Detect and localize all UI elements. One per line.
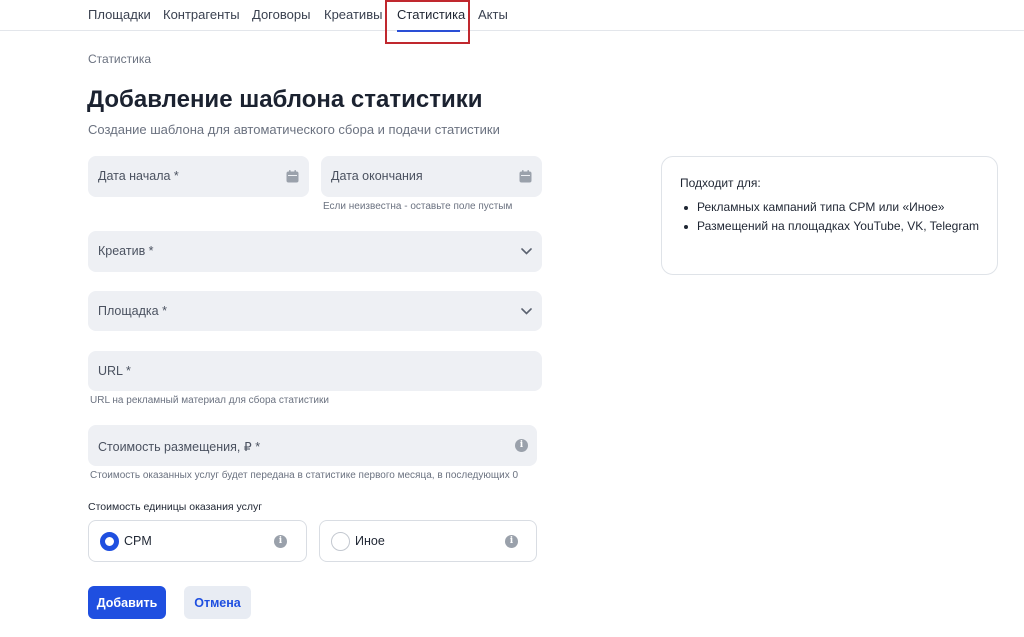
info-card-title: Подходит для:	[680, 176, 761, 190]
highlight-box	[385, 0, 470, 44]
url-hint: URL на рекламный материал для сбора стат…	[90, 395, 329, 406]
radio-label-other: Иное	[355, 534, 385, 548]
creative-placeholder: Креатив *	[98, 244, 154, 258]
chevron-down-icon	[521, 248, 532, 255]
page-subtitle: Создание шаблона для автоматического сбо…	[88, 122, 500, 137]
list-item: Размещений на площадках YouTube, VK, Tel…	[680, 218, 980, 236]
radio-option-cpm[interactable]: CPM i	[88, 520, 307, 562]
top-navigation: Площадки Контрагенты Договоры Креативы С…	[0, 0, 1024, 31]
url-placeholder: URL *	[98, 364, 131, 378]
cost-hint: Стоимость оказанных услуг будет передана…	[90, 470, 519, 481]
breadcrumb[interactable]: Статистика	[88, 52, 151, 66]
unit-cost-label: Стоимость единицы оказания услуг	[88, 501, 263, 513]
end-date-field[interactable]: Дата окончания	[321, 156, 542, 197]
radio-label-cpm: CPM	[124, 534, 152, 548]
cancel-button[interactable]: Отмена	[184, 586, 251, 619]
end-date-hint: Если неизвестна - оставьте поле пустым	[323, 201, 513, 212]
nav-item-counterparties[interactable]: Контрагенты	[163, 7, 240, 22]
calendar-icon[interactable]	[286, 170, 299, 183]
end-date-placeholder: Дата окончания	[331, 169, 423, 183]
start-date-placeholder: Дата начала *	[98, 169, 179, 183]
info-icon[interactable]: i	[505, 535, 518, 548]
nav-item-contracts[interactable]: Договоры	[252, 7, 310, 22]
nav-item-acts[interactable]: Акты	[478, 7, 508, 22]
start-date-field[interactable]: Дата начала *	[88, 156, 309, 197]
add-button[interactable]: Добавить	[88, 586, 166, 619]
platform-placeholder: Площадка *	[98, 304, 167, 318]
nav-item-platforms[interactable]: Площадки	[88, 7, 151, 22]
nav-item-creatives[interactable]: Креативы	[324, 7, 382, 22]
info-icon[interactable]: i	[274, 535, 287, 548]
radio-option-other[interactable]: Иное i	[319, 520, 537, 562]
chevron-down-icon	[521, 308, 532, 315]
url-field[interactable]: URL *	[88, 351, 542, 391]
cost-field[interactable]: Стоимость размещения, ₽ * i	[88, 425, 537, 466]
info-icon[interactable]: i	[515, 439, 528, 452]
radio-unselected-icon[interactable]	[331, 532, 350, 551]
info-list: Рекламных кампаний типа CPM или «Иное» Р…	[680, 199, 980, 236]
radio-selected-icon[interactable]	[100, 532, 119, 551]
info-card: Подходит для: Рекламных кампаний типа CP…	[661, 156, 998, 275]
creative-select[interactable]: Креатив *	[88, 231, 542, 272]
calendar-icon[interactable]	[519, 170, 532, 183]
list-item: Рекламных кампаний типа CPM или «Иное»	[680, 199, 980, 217]
cost-placeholder: Стоимость размещения, ₽ *	[98, 440, 261, 454]
platform-select[interactable]: Площадка *	[88, 291, 542, 331]
page-title: Добавление шаблона статистики	[87, 86, 483, 113]
